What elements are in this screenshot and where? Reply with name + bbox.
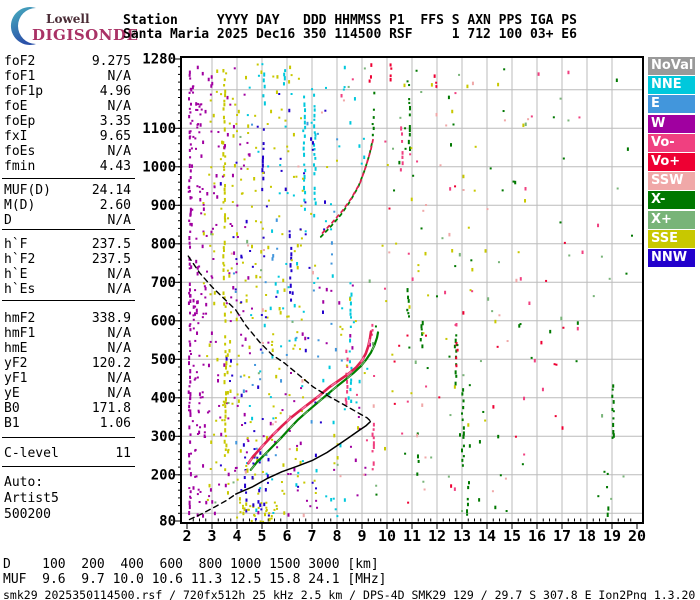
svg-text:600: 600 <box>151 313 176 329</box>
ionogram-screen: Lowell DIGISONDE Station YYYY DAY DDD HH… <box>0 0 700 600</box>
svg-text:10: 10 <box>378 527 396 545</box>
svg-text:7: 7 <box>307 527 316 545</box>
legend-item-w: W <box>648 114 695 133</box>
svg-text:500: 500 <box>151 352 176 368</box>
legend-item-nne: NNE <box>648 76 695 95</box>
legend-item-e: E <box>648 95 695 114</box>
legend-item-vo: Vo- <box>648 133 695 152</box>
svg-text:12: 12 <box>428 527 446 545</box>
trace-true-height-profile <box>235 420 372 495</box>
svg-text:16: 16 <box>528 527 546 545</box>
svg-text:200: 200 <box>151 467 176 483</box>
svg-text:13: 13 <box>453 527 471 545</box>
muf-row: MUF 9.6 9.7 10.0 10.6 11.3 12.5 15.8 24.… <box>3 572 387 587</box>
ionogram-plot: 1280 1100 1000 900 800 700 600 500 400 300 200 80 2 3… <box>142 52 646 546</box>
svg-text:20: 20 <box>628 527 646 545</box>
svg-text:700: 700 <box>151 275 176 291</box>
svg-text:1100: 1100 <box>142 121 176 137</box>
echo-dots <box>187 63 633 522</box>
svg-text:3: 3 <box>207 527 216 545</box>
grid-lines <box>181 57 643 523</box>
svg-text:17: 17 <box>553 527 571 545</box>
legend-item-nnw: NNW <box>648 249 695 267</box>
legend-item-noval: NoVal <box>648 57 695 75</box>
legend-item-x: X- <box>648 191 695 210</box>
svg-text:15: 15 <box>503 527 521 545</box>
svg-text:6: 6 <box>282 527 291 545</box>
svg-text:400: 400 <box>151 390 176 406</box>
svg-text:19: 19 <box>603 527 621 545</box>
svg-text:800: 800 <box>151 236 176 252</box>
svg-text:14: 14 <box>478 527 496 545</box>
svg-text:8: 8 <box>332 527 341 545</box>
trace-second-hop-o <box>321 135 375 234</box>
legend-item-x: X+ <box>648 210 695 229</box>
svg-text:4: 4 <box>232 527 241 545</box>
svg-text:9: 9 <box>357 527 366 545</box>
svg-text:11: 11 <box>403 527 421 545</box>
legend-item-ssw: SSW <box>648 172 695 191</box>
svg-text:80: 80 <box>159 514 176 530</box>
svg-text:900: 900 <box>151 198 176 214</box>
svg-text:1000: 1000 <box>142 159 176 175</box>
svg-text:300: 300 <box>151 429 176 445</box>
trace-second-hop-x <box>319 139 374 238</box>
trace-profile-extrapolated-top <box>187 255 371 422</box>
y-axis-labels: 1280 1100 1000 900 800 700 600 500 400 300 200 80 <box>142 52 176 530</box>
svg-text:5: 5 <box>257 527 266 545</box>
x-axis-labels: 2 3 4 5 6 7 8 9 10 11 12 13 14 15 16 17 18 19 20 <box>182 527 646 545</box>
svg-text:18: 18 <box>578 527 596 545</box>
trace-profile-model-bottom <box>188 493 237 521</box>
legend-item-sse: SSE <box>648 229 695 248</box>
status-line: smk29_2025350114500.rsf / 720fx512h 25 k… <box>3 588 696 600</box>
distance-row: D 100 200 400 600 800 1000 1500 3000 [km… <box>3 557 379 572</box>
svg-text:1280: 1280 <box>142 52 176 68</box>
legend-item-vo: Vo+ <box>648 153 695 171</box>
svg-text:2: 2 <box>182 527 191 545</box>
